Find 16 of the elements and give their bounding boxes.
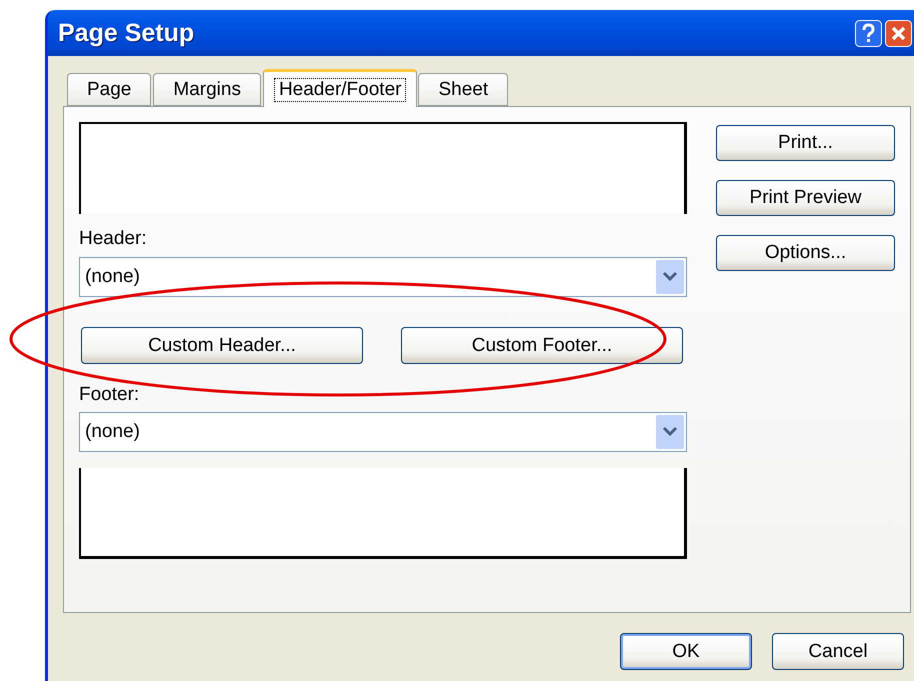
- tab[interactable]: Margins: [153, 73, 261, 106]
- footer-dropdown[interactable]: (none): [79, 412, 687, 452]
- side-button[interactable]: Print...: [716, 125, 895, 161]
- custom-button[interactable]: Custom Header...: [81, 327, 363, 364]
- ok-button[interactable]: OK: [620, 633, 752, 670]
- side-button[interactable]: Print Preview: [716, 180, 895, 216]
- tab[interactable]: Sheet: [418, 73, 508, 106]
- cancel-button[interactable]: Cancel: [772, 633, 904, 670]
- footer-label: Footer:: [79, 384, 140, 406]
- custom-button[interactable]: Custom Footer...: [401, 327, 683, 364]
- header-dropdown[interactable]: (none): [79, 257, 687, 297]
- window-title: Page Setup: [58, 18, 194, 48]
- tab[interactable]: Page: [67, 73, 152, 106]
- header-label: Header:: [79, 228, 148, 250]
- tab[interactable]: Header/Footer: [262, 69, 418, 107]
- side-button[interactable]: Options...: [716, 235, 895, 271]
